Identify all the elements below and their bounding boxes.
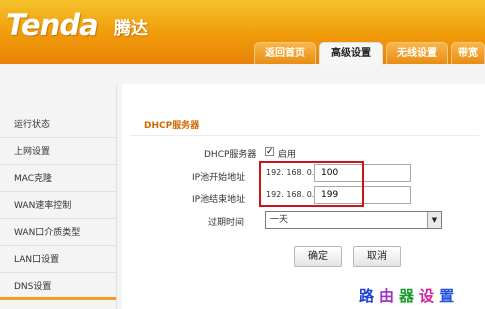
tab-wireless-settings[interactable]: 无线设置 (386, 42, 448, 64)
watermark-char: 路 (359, 287, 380, 305)
sidebar-item-wan-media[interactable]: WAN口介质类型 (0, 220, 116, 246)
ip-pool-start-input[interactable]: 100 (314, 164, 411, 182)
watermark-char: 设 (419, 287, 440, 305)
chevron-down-icon[interactable]: ▼ (427, 212, 441, 228)
tab-home[interactable]: 返回首页 (254, 42, 316, 64)
ip-pool-start-prefix: 192. 168. 0. (266, 168, 315, 177)
dhcp-enable-checkbox[interactable]: ✓ (265, 147, 274, 157)
sidebar-item-dns[interactable]: DNS设置 (0, 274, 116, 300)
dhcp-server-label: DHCP服务器 (204, 150, 257, 160)
checkmark-icon: ✓ (266, 147, 274, 157)
ip-pool-end-input[interactable]: 199 (314, 186, 411, 204)
sidebar: 运行状态 上网设置 MAC克隆 WAN速率控制 WAN口介质类型 LAN口设置 … (0, 84, 117, 309)
ip-pool-end-label: IP池结束地址 (192, 195, 246, 205)
lease-time-value: 一天 (270, 215, 289, 225)
watermark-char: 器 (399, 287, 420, 305)
brand-logo: Tenda (6, 8, 99, 42)
header-bar: Tenda 腾达 返回首页 高级设置 无线设置 带宽 (0, 0, 485, 65)
main-panel: DHCP服务器 DHCP服务器 ✓ 启用 IP池开始地址 192. 168. 0… (122, 84, 485, 309)
brand-name-cn: 腾达 (114, 19, 148, 39)
watermark: 路由器设置 (359, 285, 459, 306)
sidebar-item-mac-clone[interactable]: MAC克隆 (0, 166, 116, 192)
section-divider (130, 135, 479, 136)
watermark-char: 置 (439, 287, 460, 305)
sidebar-item-wan-speed[interactable]: WAN速率控制 (0, 193, 116, 219)
sidebar-item-internet[interactable]: 上网设置 (0, 139, 116, 165)
lease-time-select[interactable]: 一天 ▼ (265, 211, 442, 229)
ip-pool-start-label: IP池开始地址 (192, 173, 246, 183)
ip-pool-end-prefix: 192. 168. 0. (266, 190, 315, 199)
ok-button[interactable]: 确定 (294, 246, 342, 267)
dhcp-enable-label: 启用 (278, 150, 297, 160)
tab-bandwidth[interactable]: 带宽 (451, 42, 485, 64)
cancel-button[interactable]: 取消 (353, 246, 401, 267)
sidebar-item-status[interactable]: 运行状态 (0, 112, 116, 138)
section-title: DHCP服务器 (144, 121, 200, 131)
watermark-char: 由 (379, 287, 400, 305)
lease-time-label: 过期时间 (208, 218, 245, 228)
tab-advanced-settings[interactable]: 高级设置 (319, 42, 383, 65)
sidebar-item-lan[interactable]: LAN口设置 (0, 247, 116, 273)
